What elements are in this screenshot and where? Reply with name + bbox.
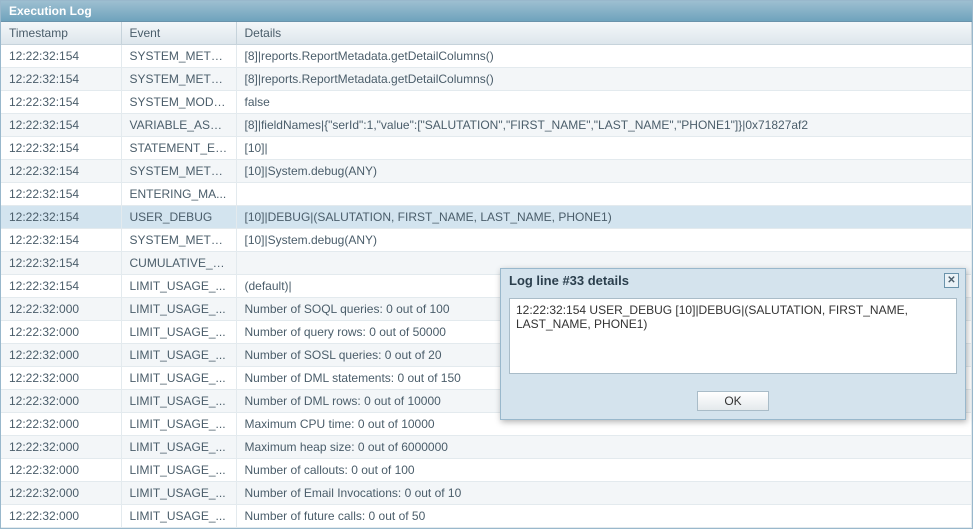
cell-timestamp: 12:22:32:154 [1,68,121,91]
cell-details: [8]|reports.ReportMetadata.getDetailColu… [236,45,972,68]
cell-details: Maximum heap size: 0 out of 6000000 [236,436,972,459]
cell-timestamp: 12:22:32:154 [1,229,121,252]
col-header-details[interactable]: Details [236,22,972,45]
table-row[interactable]: 12:22:32:000LIMIT_USAGE_...Number of fut… [1,505,972,528]
table-header-row: Timestamp Event Details [1,22,972,45]
close-icon[interactable]: ✕ [944,273,959,288]
cell-details [236,183,972,206]
cell-timestamp: 12:22:32:154 [1,183,121,206]
cell-event: SYSTEM_METH... [121,160,236,183]
cell-event: LIMIT_USAGE_... [121,298,236,321]
table-row[interactable]: 12:22:32:154SYSTEM_METH...[10]|System.de… [1,160,972,183]
ok-button[interactable]: OK [697,391,769,411]
cell-details: [8]|reports.ReportMetadata.getDetailColu… [236,68,972,91]
cell-event: LIMIT_USAGE_... [121,367,236,390]
cell-timestamp: 12:22:32:154 [1,137,121,160]
table-row[interactable]: 12:22:32:154VARIABLE_ASSI...[8]|fieldNam… [1,114,972,137]
cell-timestamp: 12:22:32:000 [1,436,121,459]
log-line-details-dialog: Log line #33 details ✕ OK [500,268,966,420]
cell-event: USER_DEBUG [121,206,236,229]
execution-log-panel: Execution Log Timestamp Event Details 12… [0,0,973,529]
cell-details: [10]| [236,137,972,160]
table-row[interactable]: 12:22:32:154STATEMENT_EX...[10]| [1,137,972,160]
cell-timestamp: 12:22:32:154 [1,45,121,68]
cell-details: [10]|DEBUG|(SALUTATION, FIRST_NAME, LAST… [236,206,972,229]
table-row[interactable]: 12:22:32:154SYSTEM_METH...[8]|reports.Re… [1,68,972,91]
cell-timestamp: 12:22:32:154 [1,91,121,114]
panel-title: Execution Log [1,1,972,22]
cell-event: LIMIT_USAGE_... [121,413,236,436]
cell-timestamp: 12:22:32:000 [1,459,121,482]
cell-event: LIMIT_USAGE_... [121,344,236,367]
cell-timestamp: 12:22:32:154 [1,275,121,298]
table-row[interactable]: 12:22:32:154ENTERING_MA... [1,183,972,206]
cell-event: LIMIT_USAGE_... [121,390,236,413]
cell-event: VARIABLE_ASSI... [121,114,236,137]
col-header-timestamp[interactable]: Timestamp [1,22,121,45]
table-row[interactable]: 12:22:32:154SYSTEM_METH...[10]|System.de… [1,229,972,252]
table-row[interactable]: 12:22:32:154SYSTEM_METH...[8]|reports.Re… [1,45,972,68]
cell-event: SYSTEM_METH... [121,45,236,68]
cell-timestamp: 12:22:32:000 [1,390,121,413]
cell-timestamp: 12:22:32:154 [1,160,121,183]
cell-timestamp: 12:22:32:000 [1,321,121,344]
cell-event: ENTERING_MA... [121,183,236,206]
cell-timestamp: 12:22:32:154 [1,206,121,229]
cell-timestamp: 12:22:32:154 [1,252,121,275]
table-row[interactable]: 12:22:32:000LIMIT_USAGE_...Maximum heap … [1,436,972,459]
cell-timestamp: 12:22:32:154 [1,114,121,137]
cell-event: SYSTEM_MODE... [121,91,236,114]
cell-event: LIMIT_USAGE_... [121,505,236,528]
col-header-event[interactable]: Event [121,22,236,45]
cell-details: Number of future calls: 0 out of 50 [236,505,972,528]
cell-event: LIMIT_USAGE_... [121,482,236,505]
cell-details: Number of Email Invocations: 0 out of 10 [236,482,972,505]
cell-event: CUMULATIVE_L... [121,252,236,275]
table-row[interactable]: 12:22:32:000LIMIT_USAGE_...Number of cal… [1,459,972,482]
table-row[interactable]: 12:22:32:000LIMIT_USAGE_...Number of Ema… [1,482,972,505]
table-row[interactable]: 12:22:32:154USER_DEBUG[10]|DEBUG|(SALUTA… [1,206,972,229]
cell-event: LIMIT_USAGE_... [121,459,236,482]
dialog-content-textarea[interactable] [509,298,957,374]
cell-timestamp: 12:22:32:000 [1,413,121,436]
cell-details: [8]|fieldNames|{"serId":1,"value":["SALU… [236,114,972,137]
cell-event: SYSTEM_METH... [121,229,236,252]
cell-event: LIMIT_USAGE_... [121,436,236,459]
cell-timestamp: 12:22:32:000 [1,505,121,528]
cell-timestamp: 12:22:32:000 [1,482,121,505]
dialog-titlebar[interactable]: Log line #33 details ✕ [501,269,965,292]
cell-event: STATEMENT_EX... [121,137,236,160]
table-row[interactable]: 12:22:32:154SYSTEM_MODE...false [1,91,972,114]
cell-event: LIMIT_USAGE_... [121,275,236,298]
cell-details: Number of callouts: 0 out of 100 [236,459,972,482]
cell-details: [10]|System.debug(ANY) [236,160,972,183]
cell-timestamp: 12:22:32:000 [1,367,121,390]
cell-details: false [236,91,972,114]
cell-event: LIMIT_USAGE_... [121,321,236,344]
dialog-body [501,292,965,385]
cell-timestamp: 12:22:32:000 [1,344,121,367]
cell-details: [10]|System.debug(ANY) [236,229,972,252]
cell-timestamp: 12:22:32:000 [1,298,121,321]
dialog-title: Log line #33 details [509,273,629,288]
cell-event: SYSTEM_METH... [121,68,236,91]
dialog-button-bar: OK [501,385,965,419]
